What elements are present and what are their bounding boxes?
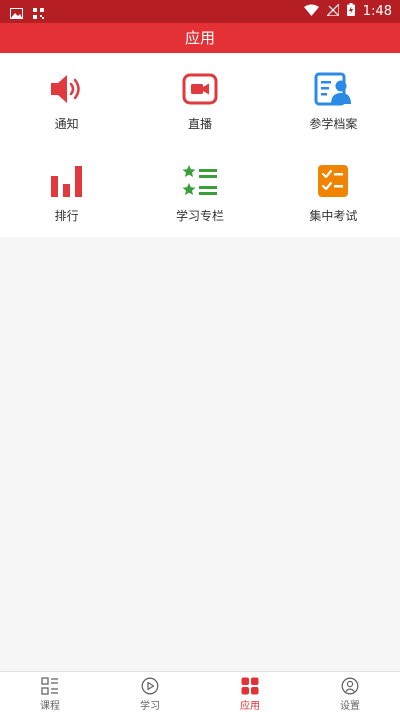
video-camera-icon	[181, 70, 219, 108]
settings-person-icon	[340, 676, 360, 695]
app-exam[interactable]: 集中考试	[267, 145, 400, 237]
app-study-profile[interactable]: 参学档案	[267, 53, 400, 145]
app-notification[interactable]: 通知	[0, 53, 133, 145]
app-label: 排行	[54, 209, 79, 223]
app-label: 通知	[54, 117, 79, 131]
page-title: 应用	[184, 29, 215, 47]
apps-grid-icon	[240, 676, 260, 695]
bar-ranking-icon	[48, 162, 86, 200]
course-list-icon	[40, 676, 60, 695]
image-notification-icon	[10, 4, 23, 23]
play-circle-icon	[140, 676, 160, 695]
app-label: 直播	[187, 117, 212, 131]
battery-charging-icon	[346, 3, 355, 20]
status-bar: 1:48	[0, 0, 400, 23]
app-label: 参学档案	[309, 117, 358, 131]
speaker-icon	[48, 70, 86, 108]
app-study-column[interactable]: 学习专栏	[133, 145, 266, 237]
app-ranking[interactable]: 排行	[0, 145, 133, 237]
apps-grid: 通知 直播 参学档案 排行 学习专栏 集中考试	[0, 53, 400, 237]
nav-item-settings[interactable]: 设置	[300, 672, 400, 712]
checklist-icon	[314, 162, 352, 200]
qr-notification-icon	[33, 4, 44, 23]
no-signal-icon	[325, 2, 340, 20]
clock-time: 1:48	[362, 4, 392, 19]
bottom-nav: 课程 学习 应用 设置	[0, 671, 400, 712]
nav-label: 应用	[240, 701, 260, 712]
app-live[interactable]: 直播	[133, 53, 266, 145]
nav-label: 设置	[340, 701, 360, 712]
nav-item-study[interactable]: 学习	[100, 672, 200, 712]
wifi-icon	[303, 4, 319, 20]
nav-item-apps[interactable]: 应用	[200, 672, 300, 712]
nav-label: 学习	[140, 701, 160, 712]
app-label: 学习专栏	[175, 209, 224, 223]
star-list-icon	[181, 162, 219, 200]
app-label: 集中考试	[309, 209, 358, 223]
nav-label: 课程	[40, 701, 60, 712]
nav-item-course[interactable]: 课程	[0, 672, 100, 712]
app-bar: 应用	[0, 23, 400, 53]
profile-card-icon	[314, 70, 352, 108]
